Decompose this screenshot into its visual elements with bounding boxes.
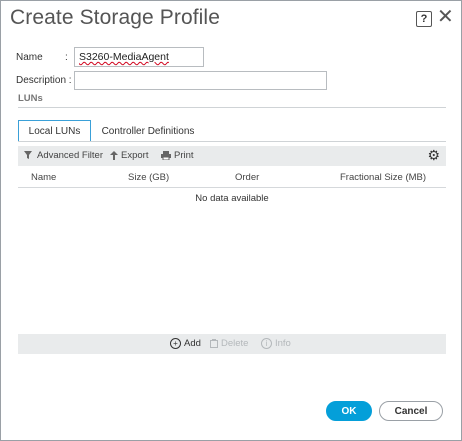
export-icon	[110, 151, 118, 160]
export-button[interactable]: Export	[110, 150, 148, 161]
print-icon	[161, 151, 171, 160]
tab-controller-definitions[interactable]: Controller Definitions	[98, 120, 198, 142]
name-input[interactable]: S3260-MediaAgent	[74, 47, 204, 67]
delete-button[interactable]: Delete	[210, 338, 248, 349]
column-header-name[interactable]: Name	[31, 172, 56, 183]
export-label: Export	[121, 150, 149, 161]
filter-icon	[24, 151, 32, 159]
table-actions-bar: + Add Delete i Info	[18, 334, 446, 354]
create-storage-profile-dialog: Create Storage Profile ? ✕ Name : S3260-…	[0, 0, 462, 441]
luns-section-title: LUNs	[18, 93, 43, 104]
description-input[interactable]	[74, 71, 327, 90]
delete-icon	[210, 339, 218, 348]
dialog-title: Create Storage Profile	[10, 6, 220, 29]
column-header-fractional-size[interactable]: Fractional Size (MB)	[340, 172, 426, 183]
tab-local-luns[interactable]: Local LUNs	[18, 120, 91, 142]
print-label: Print	[174, 150, 194, 161]
info-icon: i	[261, 338, 272, 349]
cancel-button[interactable]: Cancel	[379, 401, 443, 421]
settings-gear-icon[interactable]: ⚙	[427, 147, 440, 164]
print-button[interactable]: Print	[161, 150, 194, 161]
table-toolbar: Advanced Filter Export Print ⚙	[18, 146, 446, 166]
add-icon: +	[170, 338, 181, 349]
header-divider	[18, 187, 446, 188]
close-icon: ✕	[437, 6, 454, 28]
add-label: Add	[184, 338, 201, 349]
tab-divider	[18, 141, 446, 142]
close-button[interactable]: ✕	[437, 7, 454, 27]
info-label: Info	[275, 338, 291, 349]
section-divider	[18, 107, 446, 108]
ok-button[interactable]: OK	[326, 401, 372, 421]
name-label: Name	[16, 52, 43, 63]
description-label: Description :	[16, 75, 72, 86]
delete-label: Delete	[221, 338, 249, 349]
info-button[interactable]: i Info	[261, 338, 291, 349]
name-colon: :	[65, 52, 68, 63]
advanced-filter-label: Advanced Filter	[37, 150, 104, 161]
name-value: S3260-MediaAgent	[79, 51, 169, 63]
empty-table-message: No data available	[195, 193, 269, 204]
help-button[interactable]: ?	[416, 11, 432, 27]
advanced-filter-button[interactable]: Advanced Filter	[24, 150, 103, 161]
help-icon: ?	[420, 13, 428, 25]
column-header-order[interactable]: Order	[235, 172, 259, 183]
column-header-size[interactable]: Size (GB)	[128, 172, 169, 183]
add-button[interactable]: + Add	[170, 338, 201, 349]
